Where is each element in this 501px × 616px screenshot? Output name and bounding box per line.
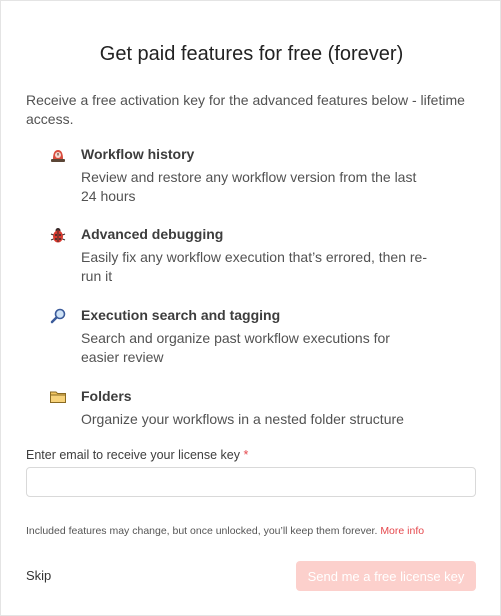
- feature-description: Organize your workflows in a nested fold…: [81, 411, 404, 427]
- bug-icon: [49, 226, 67, 244]
- feature-title: Execution search and tagging: [81, 307, 281, 323]
- features-note: Included features may change, but once u…: [26, 525, 424, 537]
- feature-title: Workflow history: [81, 146, 195, 162]
- feature-title: Folders: [81, 388, 132, 404]
- dialog-title: Get paid features for free (forever): [99, 43, 404, 65]
- history-icon: [49, 146, 67, 164]
- required-marker: *: [243, 448, 249, 462]
- more-info-link[interactable]: More info: [380, 525, 424, 537]
- feature-description: Search and organize past workflow execut…: [81, 330, 390, 365]
- send-license-key-button[interactable]: Send me a free license key: [296, 561, 476, 591]
- feature-description: Easily fix any workflow execution that’s…: [81, 249, 428, 284]
- email-label-text: Enter email to receive your license key: [26, 448, 240, 462]
- email-field[interactable]: [26, 467, 476, 497]
- dialog-intro: Receive a free activation key for the ad…: [26, 92, 465, 127]
- skip-button[interactable]: Skip: [26, 568, 51, 583]
- magnifier-icon: [49, 307, 67, 325]
- note-text: Included features may change, but once u…: [26, 525, 378, 537]
- folder-icon: [49, 388, 67, 406]
- feature-description: Review and restore any workflow version …: [81, 169, 417, 204]
- email-field-label: Enter email to receive your license key …: [26, 448, 248, 462]
- feature-title: Advanced debugging: [81, 226, 224, 242]
- license-dialog: Get paid features for free (forever) Rec…: [0, 0, 501, 616]
